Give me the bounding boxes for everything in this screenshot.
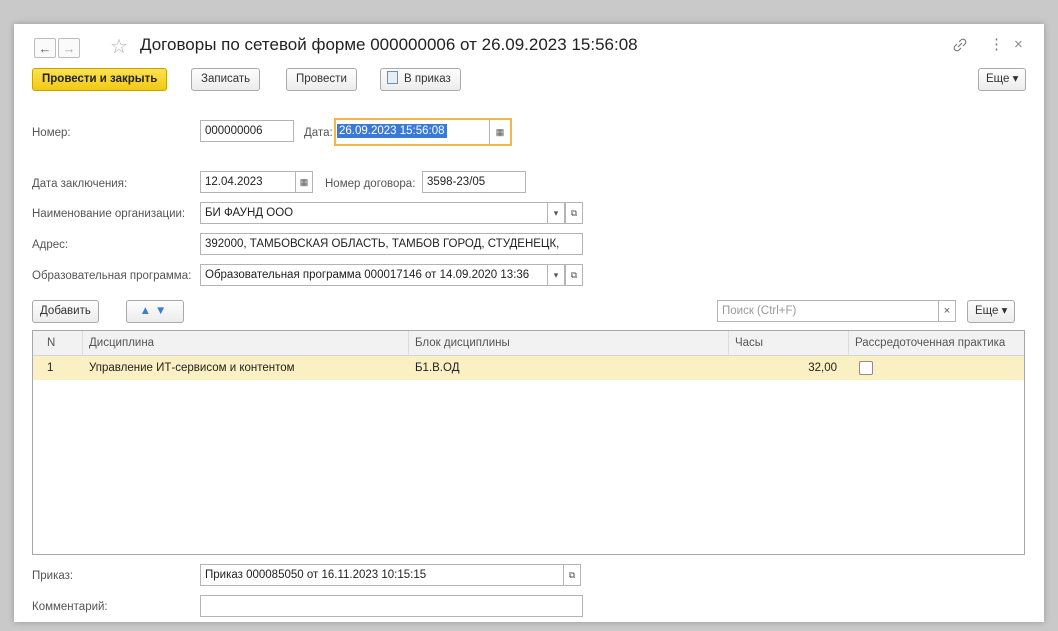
open-icon[interactable]: ⧉ bbox=[565, 202, 583, 224]
conclusion-date-label: Дата заключения: bbox=[32, 178, 128, 190]
comment-label: Комментарий: bbox=[32, 601, 108, 613]
row-block: Б1.В.ОД bbox=[415, 362, 460, 374]
comment-field[interactable] bbox=[200, 595, 583, 617]
number-label: Номер: bbox=[32, 127, 71, 139]
add-row-button[interactable]: Добавить bbox=[32, 300, 99, 323]
to-order-label: В приказ bbox=[404, 73, 451, 85]
contract-number-field[interactable]: 3598-23/05 bbox=[422, 171, 526, 193]
date-field[interactable]: 26.09.2023 15:56:08 ▦ bbox=[334, 118, 512, 146]
arrow-left-icon: ← bbox=[38, 41, 52, 56]
table-header: N Дисциплина Блок дисциплины Часы Рассре… bbox=[33, 331, 1024, 356]
document-window: ← → ☆ Договоры по сетевой форме 00000000… bbox=[14, 24, 1044, 622]
calendar-icon[interactable]: ▦ bbox=[489, 120, 510, 144]
star-icon[interactable]: ☆ bbox=[110, 34, 128, 59]
organization-label: Наименование организации: bbox=[32, 208, 186, 220]
more-button[interactable]: Еще ▾ bbox=[978, 68, 1027, 91]
back-button[interactable]: ← bbox=[34, 38, 56, 58]
address-field[interactable]: 392000, ТАМБОВСКАЯ ОБЛАСТЬ, ТАМБОВ ГОРОД… bbox=[200, 233, 583, 255]
to-order-button[interactable]: В приказ bbox=[380, 68, 461, 91]
calendar-icon[interactable]: ▦ bbox=[295, 171, 313, 193]
column-hours[interactable]: Часы bbox=[729, 331, 849, 355]
document-icon bbox=[387, 71, 398, 84]
arrow-up-icon[interactable]: ▲ bbox=[140, 305, 155, 317]
close-icon[interactable]: × bbox=[1014, 36, 1023, 53]
arrow-down-icon[interactable]: ▼ bbox=[155, 305, 170, 317]
distributed-practice-checkbox[interactable] bbox=[859, 360, 873, 375]
more-menu-icon[interactable]: ⋮ bbox=[989, 35, 1004, 53]
column-discipline[interactable]: Дисциплина bbox=[83, 331, 409, 355]
post-button[interactable]: Провести bbox=[286, 68, 357, 91]
chevron-down-icon[interactable]: ▾ bbox=[547, 202, 565, 224]
order-field[interactable]: Приказ 000085050 от 16.11.2023 10:15:15 bbox=[200, 564, 564, 586]
move-rows-buttons[interactable]: ▲▼ bbox=[126, 300, 184, 323]
column-distributed-practice[interactable]: Рассредоточенная практика bbox=[849, 331, 1026, 355]
date-value: 26.09.2023 15:56:08 bbox=[337, 124, 447, 138]
date-label: Дата: bbox=[304, 127, 333, 139]
conclusion-date-field[interactable]: 12.04.2023 bbox=[200, 171, 296, 193]
program-field[interactable]: Образовательная программа 000017146 от 1… bbox=[200, 264, 548, 286]
open-icon[interactable]: ⧉ bbox=[563, 564, 581, 586]
column-n[interactable]: N bbox=[33, 331, 83, 355]
table-row[interactable]: 1 Управление ИТ-сервисом и контентом Б1.… bbox=[33, 356, 1024, 380]
row-hours: 32,00 bbox=[808, 362, 837, 374]
column-block[interactable]: Блок дисциплины bbox=[409, 331, 729, 355]
link-icon[interactable] bbox=[953, 38, 967, 52]
disciplines-table: N Дисциплина Блок дисциплины Часы Рассре… bbox=[32, 330, 1025, 555]
row-number: 1 bbox=[47, 362, 54, 374]
contract-number-label: Номер договора: bbox=[325, 178, 416, 190]
number-field[interactable]: 000000006 bbox=[200, 120, 294, 142]
chevron-down-icon[interactable]: ▾ bbox=[547, 264, 565, 286]
page-title: Договоры по сетевой форме 000000006 от 2… bbox=[140, 35, 638, 54]
search-input[interactable]: Поиск (Ctrl+F) bbox=[717, 300, 939, 322]
program-label: Образовательная программа: bbox=[32, 270, 192, 282]
organization-field[interactable]: БИ ФАУНД ООО bbox=[200, 202, 548, 224]
row-distributed-practice bbox=[849, 356, 1026, 380]
arrow-right-icon: → bbox=[62, 41, 76, 56]
row-discipline: Управление ИТ-сервисом и контентом bbox=[89, 362, 295, 374]
save-button[interactable]: Записать bbox=[191, 68, 261, 91]
post-and-close-button[interactable]: Провести и закрыть bbox=[32, 68, 168, 91]
forward-button[interactable]: → bbox=[58, 38, 80, 58]
clear-search-icon[interactable]: × bbox=[938, 300, 956, 322]
address-label: Адрес: bbox=[32, 239, 69, 251]
table-more-button[interactable]: Еще ▾ bbox=[967, 300, 1016, 323]
order-label: Приказ: bbox=[32, 570, 74, 582]
open-icon[interactable]: ⧉ bbox=[565, 264, 583, 286]
